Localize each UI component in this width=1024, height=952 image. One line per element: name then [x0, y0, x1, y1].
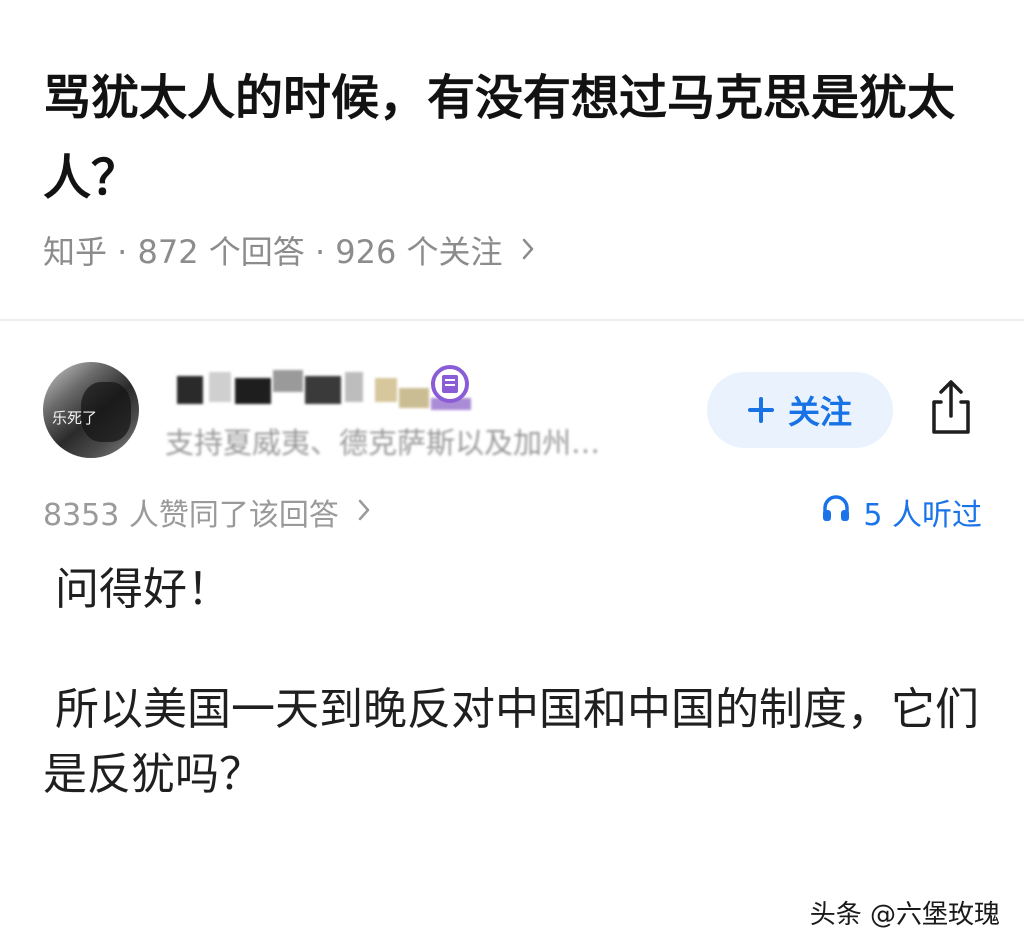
chevron-right-icon: [521, 231, 535, 269]
listened-count-text: 5 人听过: [863, 498, 982, 533]
name-redaction-block: [273, 370, 303, 392]
name-redaction-block: [235, 378, 271, 404]
name-redaction-block: [375, 378, 397, 402]
question-title[interactable]: 骂犹太人的时候，有没有想过马克思是犹太人？: [43, 58, 978, 218]
author-avatar[interactable]: 乐死了: [43, 362, 139, 458]
question-meta-text: 知乎 · 872 个回答 · 926 个关注: [43, 233, 503, 271]
name-redaction-block: [399, 388, 429, 408]
headphones-icon: [821, 493, 863, 531]
author-bio: 支持夏威夷、德克萨斯以及加州…: [165, 426, 601, 460]
answer-paragraph: 所以美国一天到晚反对中国和中国的制度，它们是反犹吗？: [43, 684, 979, 800]
answer-paragraph: 问得好！: [55, 564, 231, 615]
name-redaction-block: [345, 372, 363, 402]
upvote-count[interactable]: 8353 人赞同了该回答: [43, 492, 371, 533]
follow-button[interactable]: 关注: [707, 372, 893, 448]
upvote-count-text: 8353 人赞同了该回答: [43, 498, 339, 533]
chevron-right-icon: [357, 495, 371, 530]
avatar-caption: 乐死了: [52, 409, 98, 427]
question-meta[interactable]: 知乎 · 872 个回答 · 926 个关注: [43, 230, 535, 271]
share-icon[interactable]: [926, 378, 976, 438]
listened-count[interactable]: 5 人听过: [821, 492, 982, 533]
name-redaction-block: [177, 376, 203, 404]
section-divider: [0, 319, 1024, 321]
plus-icon: [747, 397, 774, 423]
name-redaction-block: [305, 376, 341, 404]
name-redaction-block: [209, 372, 231, 402]
creator-badge-icon: [428, 364, 472, 404]
watermark: 头条 @六堡玫瑰: [809, 900, 1000, 930]
follow-button-label: 关注: [787, 393, 852, 431]
